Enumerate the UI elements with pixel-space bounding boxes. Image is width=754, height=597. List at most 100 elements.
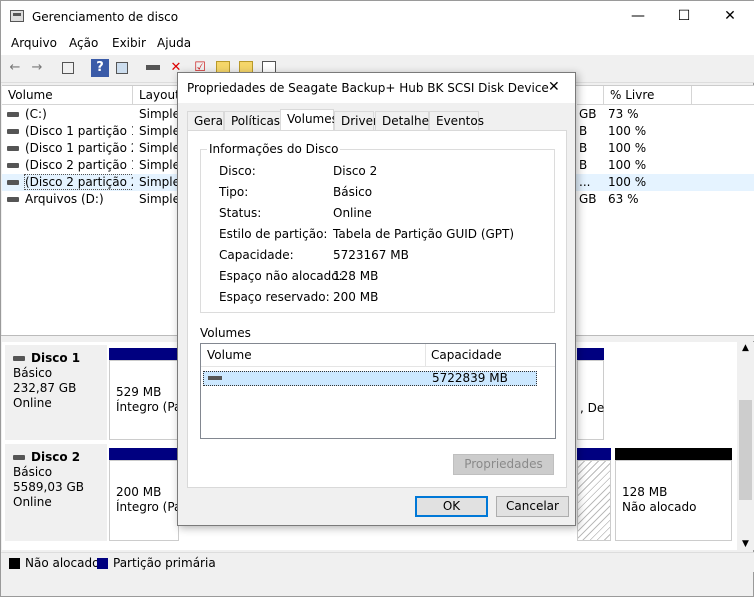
tab-panel-volumes: Informações do Disco Disco: Disco 2 Tipo… <box>187 130 567 488</box>
disk-1-label[interactable]: Disco 1 Básico 232,87 GB Online <box>5 345 107 440</box>
disk-size: 5589,03 GB <box>13 480 84 494</box>
unallocated-size: 128 MB <box>622 485 668 499</box>
info-label: Tipo: <box>219 185 249 199</box>
minimize-button[interactable]: — <box>615 1 661 32</box>
info-value: 200 MB <box>333 290 379 304</box>
info-label: Espaço reservado: <box>219 290 330 304</box>
menu-ajuda[interactable]: Ajuda <box>157 36 191 50</box>
connect-icon[interactable] <box>144 59 162 77</box>
volume-name: (Disco 1 partição 1) <box>25 124 133 138</box>
volume-icon <box>208 376 222 380</box>
menu-bar: Arquivo Ação Exibir Ajuda <box>1 33 754 55</box>
volume-list-row-selected[interactable]: 5722839 MB <box>203 371 537 386</box>
volume-free: ... <box>579 175 591 189</box>
capacity-cell: 5722839 MB <box>432 371 508 385</box>
app-icon <box>10 10 24 22</box>
partition-size: 529 MB <box>116 385 162 399</box>
tab-geral[interactable]: Geral <box>187 111 226 130</box>
volume-pct-free: 100 % <box>608 141 647 155</box>
vertical-scrollbar[interactable]: ▲ ▼ <box>737 342 754 550</box>
tab-volumes[interactable]: Volumes <box>280 109 338 131</box>
tab-driver[interactable]: Driver <box>334 111 378 130</box>
volume-icon <box>7 197 19 202</box>
column-header-free[interactable] <box>577 86 604 105</box>
volume-name: Arquivos (D:) <box>25 192 104 206</box>
disk-size: 232,87 GB <box>13 381 77 395</box>
info-label: Status: <box>219 206 262 220</box>
menu-arquivo[interactable]: Arquivo <box>11 36 57 50</box>
column-header-volume[interactable]: Volume <box>2 86 133 105</box>
volume-pct-free: 73 % <box>608 107 639 121</box>
info-label: Espaço não alocado: <box>219 269 343 283</box>
ok-button[interactable]: OK <box>415 496 488 517</box>
cancel-button[interactable]: Cancelar <box>496 496 569 517</box>
legend: Não alocado Partição primária <box>1 552 754 572</box>
volume-pct-free: 100 % <box>608 124 647 138</box>
legend-primary: Partição primária <box>113 556 216 570</box>
info-value: Básico <box>333 185 373 199</box>
volume-icon <box>7 112 19 117</box>
column-header-pct-free[interactable]: % Livre <box>604 86 692 105</box>
unallocated-label: Não alocado <box>622 500 697 514</box>
volume-free: B <box>579 141 588 155</box>
dialog-close-icon[interactable]: ✕ <box>548 79 560 95</box>
dialog-title-bar[interactable]: Propriedades de Seagate Backup+ Hub BK S… <box>178 73 575 103</box>
volume-free: GB <box>579 107 597 121</box>
volume-name: (Disco 2 partição 1) <box>25 158 133 172</box>
volume-icon <box>7 163 19 168</box>
close-button[interactable]: ✕ <box>707 1 753 32</box>
disk-status: Online <box>13 495 52 509</box>
volume-name: (C:) <box>25 107 47 121</box>
info-value: Disco 2 <box>333 164 378 178</box>
volume-free: B <box>579 158 588 172</box>
column-header-volume[interactable]: Volume <box>201 344 426 367</box>
disk-2-partition-1[interactable]: 200 MB Íntegro (Par <box>109 460 187 541</box>
help-icon[interactable]: ? <box>91 59 109 77</box>
volume-pct-free: 100 % <box>608 175 647 189</box>
tab-politicas[interactable]: Políticas <box>224 111 281 130</box>
group-title: Informações do Disco <box>207 142 341 156</box>
volume-pct-free: 63 % <box>608 192 639 206</box>
volume-icon <box>7 180 19 185</box>
column-header-capacity[interactable]: Capacidade <box>426 344 555 367</box>
tab-detalhes[interactable]: Detalhes <box>375 111 435 130</box>
window-title: Gerenciamento de disco <box>32 10 179 24</box>
column-header-spacer <box>692 86 754 105</box>
info-label: Capacidade: <box>219 248 294 262</box>
scroll-down-arrow-icon[interactable]: ▼ <box>737 538 754 550</box>
disk-2-label[interactable]: Disco 2 Básico 5589,03 GB Online <box>5 444 107 541</box>
menu-acao[interactable]: Ação <box>69 36 98 50</box>
partition-header-bar <box>109 448 179 460</box>
info-value: 128 MB <box>333 269 379 283</box>
info-label: Estilo de partição: <box>219 227 328 241</box>
disk-2-unallocated[interactable]: 128 MB Não alocado <box>615 460 732 541</box>
back-arrow-icon[interactable]: ← <box>6 59 24 77</box>
disk-2-partition-2-selected[interactable] <box>577 460 611 541</box>
partition-header-bar <box>577 448 611 460</box>
properties-button[interactable]: Propriedades <box>453 454 554 475</box>
forward-arrow-icon[interactable]: → <box>28 59 46 77</box>
scroll-up-arrow-icon[interactable]: ▲ <box>737 342 754 354</box>
volumes-listview[interactable]: Volume Capacidade 5722839 MB <box>200 343 556 439</box>
disk-name: Disco 1 <box>31 351 81 365</box>
scroll-thumb[interactable] <box>739 400 752 500</box>
disk-1-partition-3[interactable]: , De <box>577 360 604 440</box>
disk-name: Disco 2 <box>31 450 81 464</box>
maximize-button[interactable]: ☐ <box>661 1 707 32</box>
title-bar[interactable]: Gerenciamento de disco — ☐ ✕ <box>1 1 754 33</box>
volume-name: (Disco 2 partição 2) <box>23 174 133 190</box>
action-pane-icon[interactable] <box>113 59 131 77</box>
volume-pct-free: 100 % <box>608 158 647 172</box>
disk-type: Básico <box>13 366 53 380</box>
tab-eventos[interactable]: Eventos <box>429 111 484 130</box>
partition-status: Íntegro (Par <box>116 500 187 514</box>
volume-name: (Disco 1 partição 2) <box>25 141 133 155</box>
console-tree-icon[interactable] <box>59 59 77 77</box>
disk-1-partition-1[interactable]: 529 MB Íntegro (Par <box>109 360 186 440</box>
dialog-title: Propriedades de Seagate Backup+ Hub BK S… <box>187 81 549 95</box>
disk-info-group: Informações do Disco Disco: Disco 2 Tipo… <box>200 142 555 313</box>
volume-free: GB <box>579 192 597 206</box>
disk-status: Online <box>13 396 52 410</box>
disk-icon <box>13 356 25 361</box>
menu-exibir[interactable]: Exibir <box>112 36 146 50</box>
